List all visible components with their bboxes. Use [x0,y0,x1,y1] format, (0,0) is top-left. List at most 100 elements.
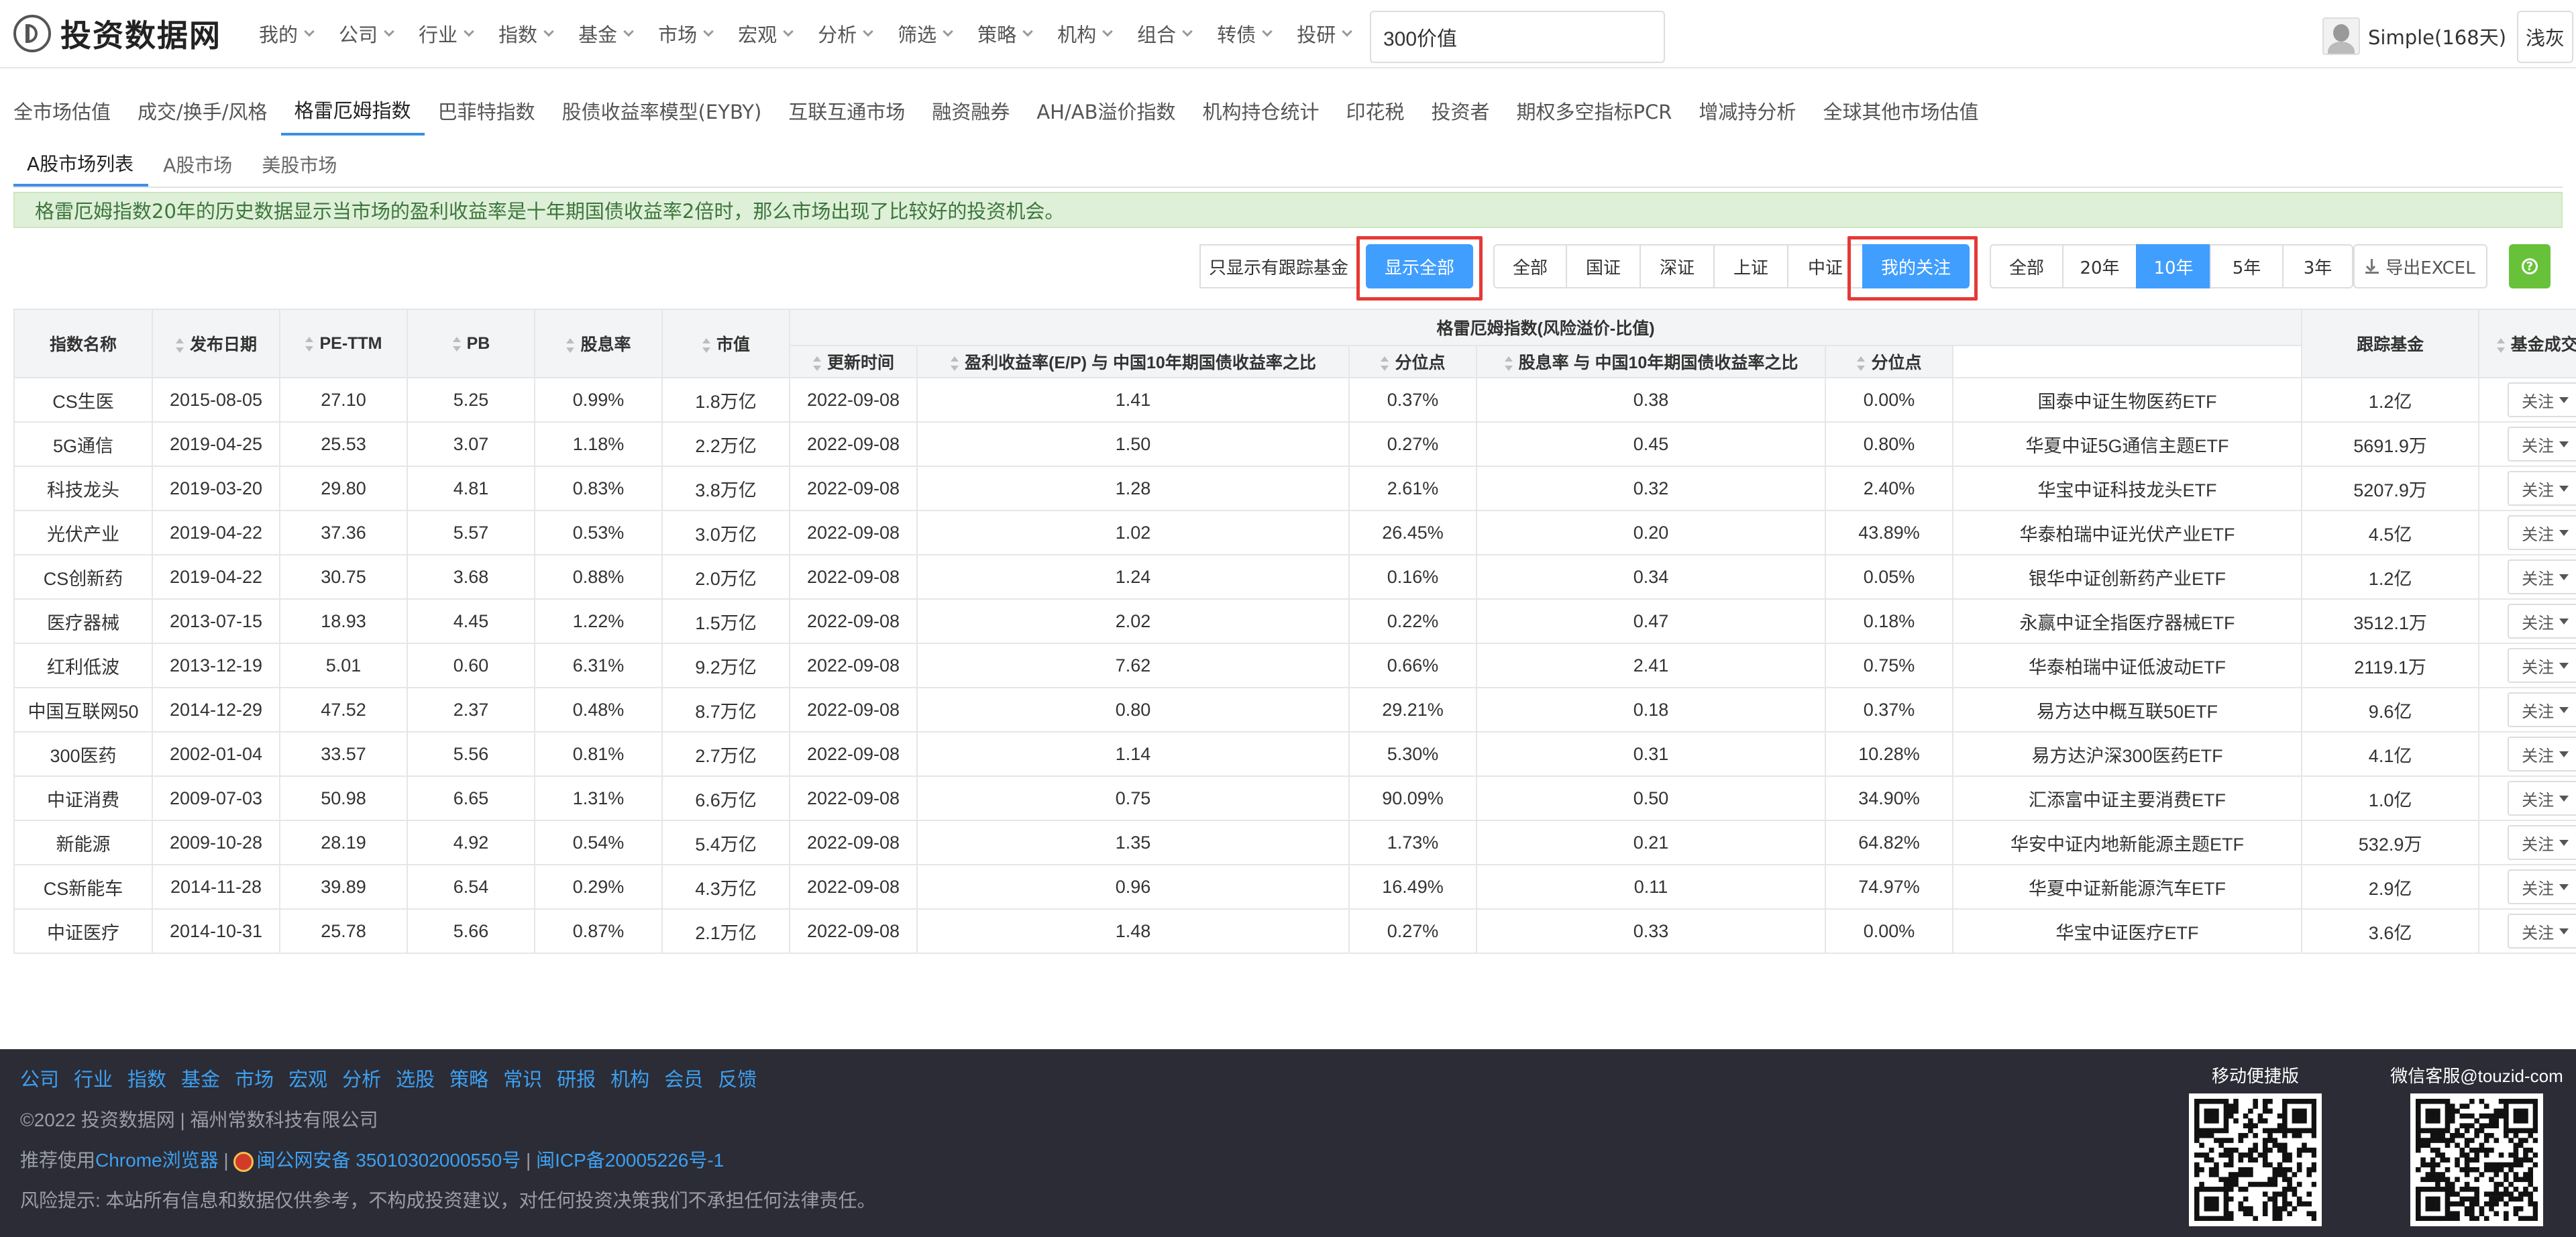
col-header-ep-ratio[interactable]: 盈利收益率(E/P) 与 中国10年期国债收益率之比 [916,345,1350,378]
tracking-fund-link[interactable]: 华宝中证医疗ETF [1951,908,2303,954]
footer-link[interactable]: 选股 [396,1064,435,1092]
footer-link[interactable]: 宏观 [288,1064,327,1092]
follow-dropdown[interactable]: 关注 [2508,737,2576,771]
tracking-fund-link[interactable]: 永赢中证全指医疗器械ETF [1951,598,2303,644]
nav-item-institution[interactable]: 机构 [1057,19,1113,48]
follow-dropdown[interactable]: 关注 [2508,648,2576,683]
nav-item-convertible[interactable]: 转债 [1217,19,1273,48]
index-name-link[interactable]: 红利低波 [13,643,153,688]
tab-connect-market[interactable]: 互联互通市场 [775,86,918,136]
index-name-link[interactable]: 新能源 [13,820,153,865]
market-zhongzheng-button[interactable]: 中证 [1787,244,1864,288]
follow-dropdown[interactable]: 关注 [2508,781,2576,816]
period-3y-button[interactable]: 3年 [2282,244,2353,288]
index-name-link[interactable]: CS新能车 [13,864,153,910]
nav-item-portfolio[interactable]: 组合 [1137,19,1193,48]
tracking-fund-link[interactable]: 银华中证创新药产业ETF [1951,554,2303,600]
period-10y-button[interactable]: 10年 [2136,244,2211,288]
index-name-link[interactable]: 中证消费 [13,775,153,821]
nav-item-company[interactable]: 公司 [339,19,394,48]
follow-dropdown[interactable]: 关注 [2508,825,2576,860]
market-shangzheng-button[interactable]: 上证 [1713,244,1788,288]
tracking-fund-link[interactable]: 国泰中证生物医药ETF [1951,377,2303,423]
nav-item-research[interactable]: 投研 [1297,19,1353,48]
follow-dropdown[interactable]: 关注 [2508,427,2576,462]
export-excel-button[interactable]: 导出EXCEL [2353,244,2487,288]
index-name-link[interactable]: CS生医 [13,377,153,423]
index-name-link[interactable]: 科技龙头 [13,466,153,511]
footer-link[interactable]: 行业 [74,1064,113,1092]
site-logo[interactable]: 投资数据网 [13,15,221,54]
follow-dropdown[interactable]: 关注 [2508,604,2576,639]
nav-item-screen[interactable]: 筛选 [898,19,953,48]
col-header-pb[interactable]: PB [407,309,535,378]
tab-market-valuation[interactable]: 全市场估值 [0,86,124,136]
tracking-fund-only-button[interactable]: 只显示有跟踪基金 [1199,244,1358,288]
market-guozheng-button[interactable]: 国证 [1566,244,1641,288]
col-header-dividend[interactable]: 股息率 [534,309,663,378]
tab-institution-holdings[interactable]: 机构持仓统计 [1189,86,1332,136]
icp-link[interactable]: 闽ICP备20005226号-1 [536,1150,724,1171]
footer-link[interactable]: 指数 [127,1064,166,1092]
tracking-fund-link[interactable]: 华夏中证5G通信主题ETF [1951,421,2303,467]
col-header-percentile-2[interactable]: 分位点 [1825,345,1953,378]
footer-link[interactable]: 反馈 [718,1064,757,1092]
follow-dropdown[interactable]: 关注 [2508,692,2576,727]
tab-eyby[interactable]: 股债收益率模型(EYBY) [549,86,775,136]
period-all-button[interactable]: 全部 [1990,244,2063,288]
tracking-fund-link[interactable]: 华安中证内地新能源主题ETF [1951,820,2303,865]
nav-item-fund[interactable]: 基金 [578,19,634,48]
theme-button[interactable]: 浅灰 [2517,11,2573,63]
footer-link[interactable]: 基金 [181,1064,220,1092]
tab-ah-premium[interactable]: AH/AB溢价指数 [1023,86,1189,136]
my-watchlist-button[interactable]: 我的关注 [1862,244,1970,288]
col-header-date[interactable]: 发布日期 [152,309,280,378]
nav-item-industry[interactable]: 行业 [419,19,474,48]
tracking-fund-link[interactable]: 华泰柏瑞中证光伏产业ETF [1951,510,2303,555]
tracking-fund-link[interactable]: 易方达中概互联50ETF [1951,687,2303,733]
tab-investors[interactable]: 投资者 [1418,86,1503,136]
col-header-dy-ratio[interactable]: 股息率 与 中国10年期国债收益率之比 [1476,345,1826,378]
nav-item-market[interactable]: 市场 [658,19,714,48]
follow-dropdown[interactable]: 关注 [2508,869,2576,904]
index-name-link[interactable]: 5G通信 [13,421,153,467]
follow-dropdown[interactable]: 关注 [2508,471,2576,506]
nav-item-analysis[interactable]: 分析 [818,19,873,48]
tab-a-share-list[interactable]: A股市场列表 [13,142,149,186]
tracking-fund-link[interactable]: 汇添富中证主要消费ETF [1951,775,2303,821]
nav-item-strategy[interactable]: 策略 [977,19,1033,48]
tab-a-share-market[interactable]: A股市场 [148,142,247,186]
footer-link[interactable]: 市场 [235,1064,274,1092]
tab-us-market[interactable]: 美股市场 [247,142,352,186]
col-header-name[interactable]: 指数名称 [13,309,153,378]
nav-item-mine[interactable]: 我的 [259,19,315,48]
tab-stamp-duty[interactable]: 印花税 [1333,86,1418,136]
footer-link[interactable]: 机构 [610,1064,649,1092]
tab-margin[interactable]: 融资融券 [918,86,1023,136]
index-name-link[interactable]: 光伏产业 [13,510,153,555]
footer-link[interactable]: 公司 [20,1064,59,1092]
col-header-percentile-1[interactable]: 分位点 [1348,345,1477,378]
tab-graham-index[interactable]: 格雷厄姆指数 [280,86,425,136]
col-header-mcap[interactable]: 市值 [661,309,790,378]
period-20y-button[interactable]: 20年 [2062,244,2137,288]
tracking-fund-link[interactable]: 华宝中证科技龙头ETF [1951,466,2303,511]
col-header-update[interactable]: 更新时间 [789,345,918,378]
follow-dropdown[interactable]: 关注 [2508,914,2576,949]
period-5y-button[interactable]: 5年 [2210,244,2284,288]
tab-holdings-change[interactable]: 增减持分析 [1685,86,1809,136]
tab-turnover-style[interactable]: 成交/换手/风格 [124,86,281,136]
nav-item-index[interactable]: 指数 [498,19,554,48]
footer-link[interactable]: 会员 [664,1064,703,1092]
index-name-link[interactable]: 医疗器械 [13,598,153,644]
follow-dropdown[interactable]: 关注 [2508,559,2576,594]
user-menu[interactable]: Simple(168天) [2322,16,2530,56]
tracking-fund-link[interactable]: 华夏中证新能源汽车ETF [1951,864,2303,910]
tab-global-valuation[interactable]: 全球其他市场估值 [1809,86,1992,136]
footer-link[interactable]: 分析 [342,1064,381,1092]
nav-item-macro[interactable]: 宏观 [738,19,794,48]
show-all-button[interactable]: 显示全部 [1366,244,1473,288]
tracking-fund-link[interactable]: 华泰柏瑞中证低波动ETF [1951,643,2303,688]
col-header-pe[interactable]: PE-TTM [279,309,408,378]
footer-link[interactable]: 研报 [557,1064,596,1092]
